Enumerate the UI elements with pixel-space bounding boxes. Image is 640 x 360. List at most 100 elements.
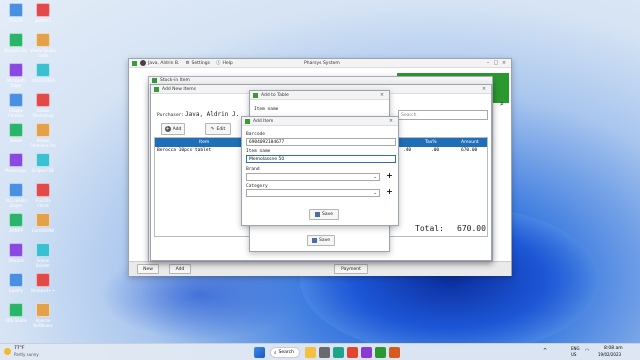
desktop-icon[interactable]: Apache NetBeans xyxy=(30,303,56,328)
bottom-payment-button[interactable]: Payment xyxy=(334,264,368,274)
app-icon xyxy=(36,183,50,197)
file-explorer-icon[interactable] xyxy=(305,347,316,358)
save-button[interactable]: Save xyxy=(307,235,335,246)
add-to-table-title: Add to Table xyxy=(261,92,289,98)
maximize-icon[interactable]: □ xyxy=(492,60,500,66)
add-brand-button[interactable]: + xyxy=(385,172,394,181)
desktop-icon[interactable]: Steam xyxy=(3,123,29,143)
weather-icon[interactable] xyxy=(4,348,11,355)
desktop-icon-label: This PC xyxy=(8,18,24,23)
app-icon xyxy=(36,93,50,107)
app-icon xyxy=(9,213,23,227)
desktop-icon[interactable]: jardine I xyxy=(30,3,56,23)
taskbar-search-label: Search xyxy=(278,350,294,355)
add-button[interactable]: + Add xyxy=(161,123,185,135)
close-icon[interactable]: × xyxy=(480,86,488,92)
bottom-new-button[interactable]: New xyxy=(137,264,159,274)
desktop-icon[interactable]: XAMPP xyxy=(3,213,29,233)
desktop-icon[interactable]: Notepad++ xyxy=(30,273,56,293)
desktop-icon[interactable]: Microsoft Edge xyxy=(3,63,29,88)
app-icon xyxy=(36,303,50,317)
desktop-icon[interactable]: Google Chrome xyxy=(3,93,29,118)
desktop-icon[interactable]: Spotify xyxy=(3,273,29,293)
add-to-table-titlebar: Add to Table × xyxy=(250,91,389,100)
weather-temp[interactable]: 77°F xyxy=(14,346,25,351)
edit-button[interactable]: ✎ Edit xyxy=(205,123,231,135)
desktop-icon-label: Notepad++ xyxy=(31,288,55,293)
desktop-icon[interactable]: Adobe Photoshop xyxy=(30,93,56,118)
total-value: 670.00 xyxy=(457,224,486,233)
desktop-icon-label: Google Chrome xyxy=(8,108,24,118)
total-label: Total: xyxy=(415,224,444,233)
item-name-field[interactable]: Memolassne 50 xyxy=(246,155,396,163)
desktop-icon-label: Adobe Photoshop xyxy=(32,108,54,118)
desktop-icon-label: Apache NetBeans xyxy=(33,318,53,328)
app-icon xyxy=(9,183,23,197)
category-select[interactable]: ⌄ xyxy=(246,189,380,197)
barcode-field[interactable]: 6904092104677 xyxy=(246,138,396,146)
chrome-icon[interactable] xyxy=(347,347,358,358)
desktop-icon[interactable]: Adobe Premiere Pro xyxy=(30,123,56,148)
desktop-icon-label: Visual Studio Code xyxy=(30,48,56,58)
brand-label: Brand xyxy=(246,167,260,172)
app-icon xyxy=(132,60,137,66)
settings-menu[interactable]: Settings xyxy=(192,61,210,66)
desktop-icon[interactable]: CorelDRAW xyxy=(30,213,56,233)
search-icon[interactable]: ⌕ xyxy=(500,100,504,109)
desktop-icon-label: CorelDRAW xyxy=(31,228,55,233)
desktop-icon[interactable]: FileZilla Client xyxy=(30,183,56,208)
bottom-add-button[interactable]: Add xyxy=(169,264,191,274)
app-icon xyxy=(36,123,50,137)
app-icon xyxy=(36,63,50,77)
start-icon[interactable] xyxy=(254,347,265,358)
pharsys-icon[interactable] xyxy=(375,347,386,358)
wifi-icon[interactable]: ◠ xyxy=(585,348,589,354)
tray-chevron-icon[interactable]: ^ xyxy=(543,348,547,354)
taskbar-search[interactable]: ⌕ Search xyxy=(270,347,300,358)
edge-icon[interactable] xyxy=(333,347,344,358)
desktop-icon[interactable]: Recycle Bin xyxy=(3,33,29,53)
row-amount: 670.00 xyxy=(461,148,478,153)
save-button[interactable]: Save xyxy=(309,209,339,220)
main-titlebar: Java, Aldrin B. ⚙ Settings ⓘ Help Pharsy… xyxy=(129,59,511,68)
desktop-icon[interactable]: Scene Builder xyxy=(30,243,56,268)
add-item-icon xyxy=(245,118,250,124)
col-item: Item xyxy=(199,140,210,145)
desktop-icon[interactable]: Discord xyxy=(3,243,29,263)
user-icon[interactable] xyxy=(140,60,146,66)
window-title: Pharsys System xyxy=(304,60,340,66)
desktop-icon[interactable]: Messenger xyxy=(3,153,29,173)
intellij-icon[interactable] xyxy=(361,347,372,358)
desktop-icon[interactable]: Intellij IDEA xyxy=(30,63,56,83)
minimize-icon[interactable]: – xyxy=(484,60,492,66)
clock-time[interactable]: 8:08 am xyxy=(604,346,623,351)
desktop-icon[interactable]: Eclipse IDE xyxy=(30,153,56,173)
app-icon xyxy=(9,3,23,17)
desktop-icon-label: jardine I xyxy=(34,18,52,23)
desktop-icon[interactable]: VLC media player xyxy=(3,183,29,208)
task-view-icon[interactable] xyxy=(319,347,330,358)
search-input[interactable]: Search xyxy=(398,110,488,120)
close-icon[interactable]: × xyxy=(387,118,395,124)
add-category-button[interactable]: + xyxy=(385,188,394,197)
item-name-label: Item name xyxy=(254,107,279,112)
gear-icon[interactable]: ⚙ xyxy=(185,61,189,66)
brand-select[interactable]: ⌄ xyxy=(246,173,380,181)
close-icon[interactable]: × xyxy=(500,60,508,66)
main-bottom-bar: New Add Payment xyxy=(129,261,511,276)
desktop-icon-label: Microsoft Edge xyxy=(6,78,26,88)
java-icon[interactable] xyxy=(389,347,400,358)
close-icon[interactable]: × xyxy=(378,92,386,98)
help-icon[interactable]: ⓘ xyxy=(216,60,221,66)
desktop-icon[interactable]: OBS Studio xyxy=(3,303,29,323)
desktop-icon-label: VLC media player xyxy=(5,198,27,208)
desktop-icon[interactable]: Visual Studio Code xyxy=(30,33,56,58)
desktop-icon[interactable]: This PC xyxy=(3,3,29,23)
taskbar: 77°F Partly sunny ⌕ Search ^ ENG US ◠ 8:… xyxy=(0,343,640,360)
save-button-label: Save xyxy=(318,238,331,243)
app-icon xyxy=(36,3,50,17)
help-menu[interactable]: Help xyxy=(222,61,232,66)
clock-date[interactable]: 19/02/2023 xyxy=(598,352,621,357)
user-name[interactable]: Java, Aldrin B. xyxy=(148,61,179,66)
lang-indicator[interactable]: ENG xyxy=(571,346,580,351)
